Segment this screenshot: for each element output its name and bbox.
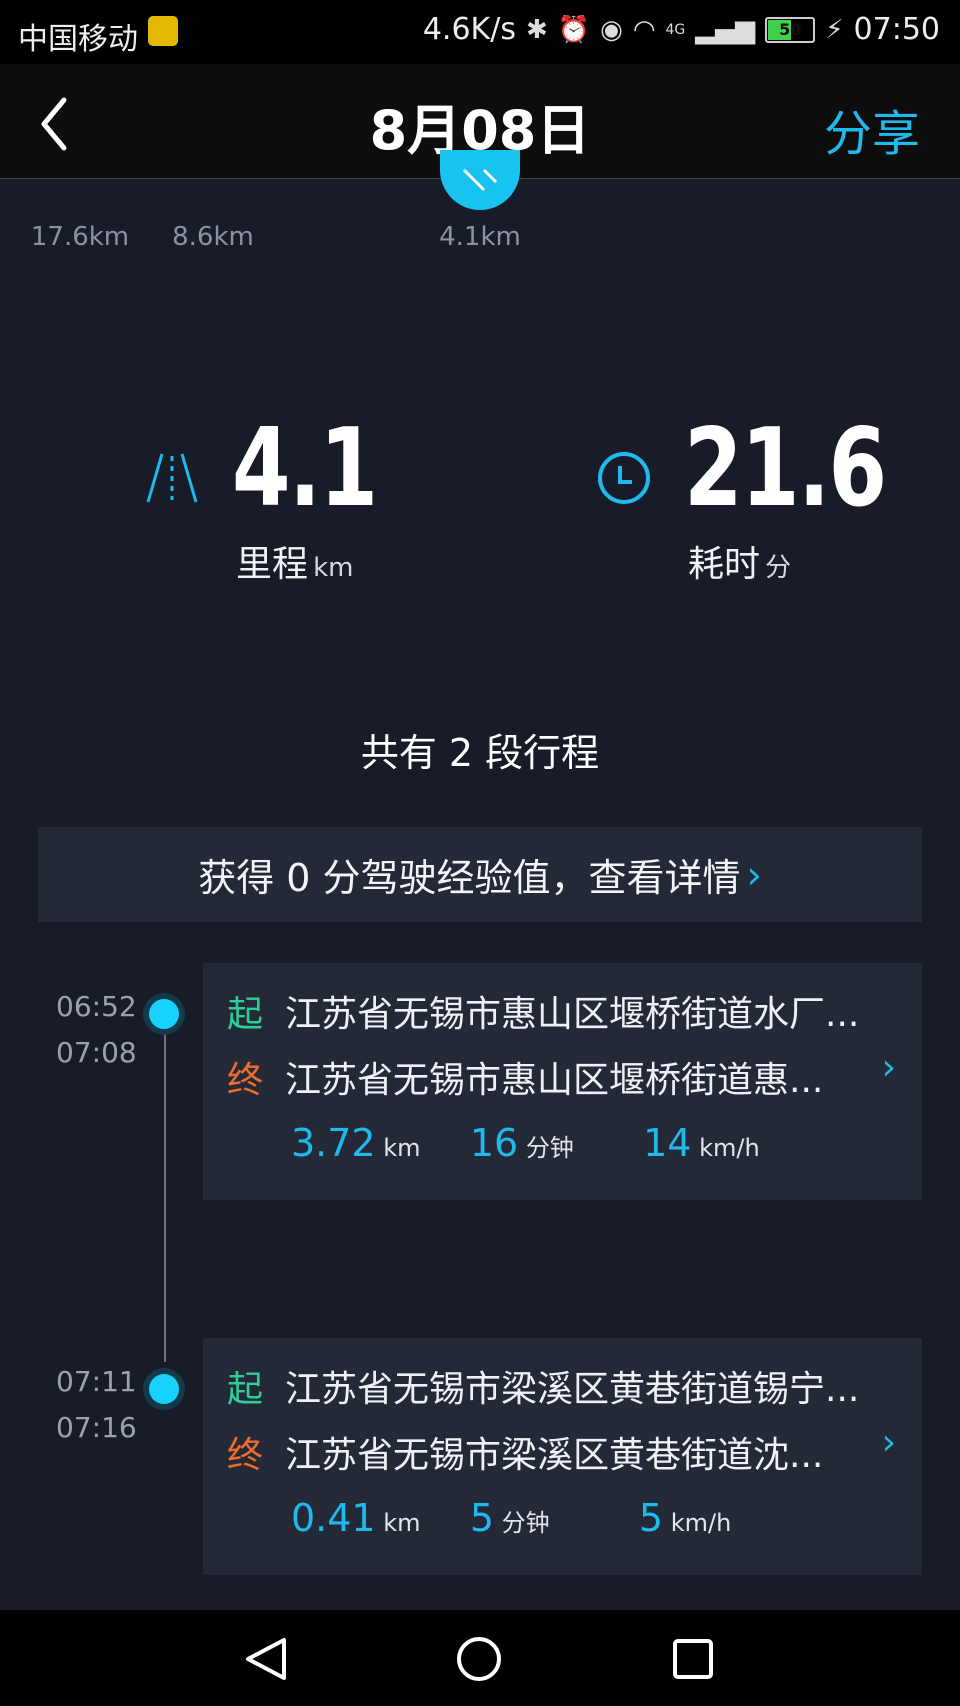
end-tag: 终 (227, 1060, 264, 1101)
trip-card[interactable]: 起 江苏省无锡市惠山区堰桥街道水厂... 终 江苏省无锡市惠山区堰桥街道惠...… (203, 963, 922, 1200)
start-place: 江苏省无锡市惠山区堰桥街道水厂... (285, 994, 860, 1035)
signal-icon: ▂▄▆ (695, 14, 756, 45)
trip-end-time: 07:16 (56, 1411, 137, 1444)
start-tag: 起 (227, 994, 264, 1035)
trip-start-row: 起 江苏省无锡市梁溪区黄巷街道锡宁... (227, 1360, 859, 1412)
eye-icon: ◉ (600, 14, 623, 45)
carrier-name: 中国移动 (18, 22, 138, 57)
trip-distance: 0.41 (291, 1496, 376, 1540)
day-item-distance[interactable]: 8.6km (148, 222, 278, 252)
road-icon (146, 453, 198, 503)
distance-unit: km (313, 553, 354, 583)
distance-caption: 里程 km (236, 535, 354, 587)
clock: 07:50 (853, 12, 940, 47)
network-speed: 4.6K/s (422, 12, 516, 47)
nav-back-icon[interactable] (240, 1634, 290, 1684)
timeline-line (164, 1012, 166, 1362)
trip-metrics: 0.41 km 5 分钟 5 km/h (291, 1496, 731, 1540)
wifi-icon: ◠ (632, 14, 656, 45)
bluetooth-icon: ✱ (525, 14, 548, 45)
trip-speed-unit: km/h (670, 1509, 732, 1537)
duration-value: 21.6 (684, 406, 887, 531)
end-place: 江苏省无锡市惠山区堰桥街道惠... (285, 1060, 824, 1101)
duration-unit: 分 (765, 553, 792, 583)
trip-speed: 5 (638, 1496, 664, 1540)
alarm-icon: ⏰ (557, 14, 591, 45)
end-tag: 终 (227, 1435, 264, 1476)
trip-distance-unit: km (383, 1134, 421, 1162)
trip-card[interactable]: 起 江苏省无锡市梁溪区黄巷街道锡宁... 终 江苏省无锡市梁溪区黄巷街道沈...… (203, 1338, 922, 1575)
clock-icon (598, 452, 650, 504)
trip-distance: 3.72 (291, 1121, 376, 1165)
trip-distance-unit: km (383, 1509, 421, 1537)
share-button[interactable]: 分享 (824, 94, 920, 164)
status-bar: 中国移动 4.6K/s ✱ ⏰ ◉ ◠ 4G ▂▄▆ 50 ⚡ 07:50 (0, 0, 960, 64)
trip-duration: 5 (469, 1496, 494, 1540)
trip-duration-unit: 分钟 (525, 1134, 574, 1162)
end-place: 江苏省无锡市梁溪区黄巷街道沈... (285, 1435, 824, 1476)
timeline-dot (149, 999, 179, 1029)
distance-value: 4.1 (232, 406, 378, 531)
duration-caption: 耗时 分 (688, 535, 791, 587)
chevron-right-icon: › (881, 1047, 896, 1088)
network-type: 4G (665, 21, 686, 38)
close-icon (462, 168, 498, 192)
chevron-right-icon: › (746, 852, 762, 897)
trip-metrics: 3.72 km 16 分钟 14 km/h (291, 1121, 760, 1165)
trip-duration: 16 (469, 1121, 519, 1165)
trip-speed: 14 (643, 1121, 692, 1165)
duration-label: 耗时 (688, 544, 761, 585)
day-item-distance[interactable]: 17.6km (15, 222, 145, 252)
charging-icon: ⚡ (825, 14, 844, 45)
car-app-icon (148, 16, 178, 46)
trip-end-time: 07:08 (56, 1036, 137, 1069)
trip-start-time: 06:52 (56, 990, 137, 1023)
nav-recents-icon[interactable] (668, 1634, 718, 1684)
nav-home-icon[interactable] (454, 1634, 504, 1684)
experience-banner[interactable]: 获得 0 分驾驶经验值，查看详情 › (38, 827, 922, 922)
trip-end-row: 终 江苏省无锡市惠山区堰桥街道惠... (227, 1051, 823, 1103)
battery-icon: 50 (765, 16, 816, 43)
start-place: 江苏省无锡市梁溪区黄巷街道锡宁... (285, 1369, 860, 1410)
day-item-distance-selected[interactable]: 4.1km (415, 222, 545, 252)
trip-end-row: 终 江苏省无锡市梁溪区黄巷街道沈... (227, 1426, 823, 1478)
battery-level: 50 (779, 19, 802, 39)
selected-day-marker (440, 150, 520, 210)
trip-speed-unit: km/h (699, 1134, 760, 1162)
start-tag: 起 (227, 1369, 264, 1410)
trip-duration-unit: 分钟 (501, 1509, 550, 1537)
distance-label: 里程 (236, 544, 309, 585)
trip-start-row: 起 江苏省无锡市惠山区堰桥街道水厂... (227, 985, 859, 1037)
experience-text: 获得 0 分驾驶经验值，查看详情 (198, 856, 741, 900)
status-right: 4.6K/s ✱ ⏰ ◉ ◠ 4G ▂▄▆ 50 ⚡ 07:50 (423, 12, 940, 47)
chevron-right-icon: › (881, 1422, 896, 1463)
timeline-dot (149, 1374, 179, 1404)
trip-start-time: 07:11 (56, 1365, 137, 1398)
segments-count: 共有 2 段行程 (360, 731, 600, 775)
system-nav-bar (0, 1610, 960, 1706)
